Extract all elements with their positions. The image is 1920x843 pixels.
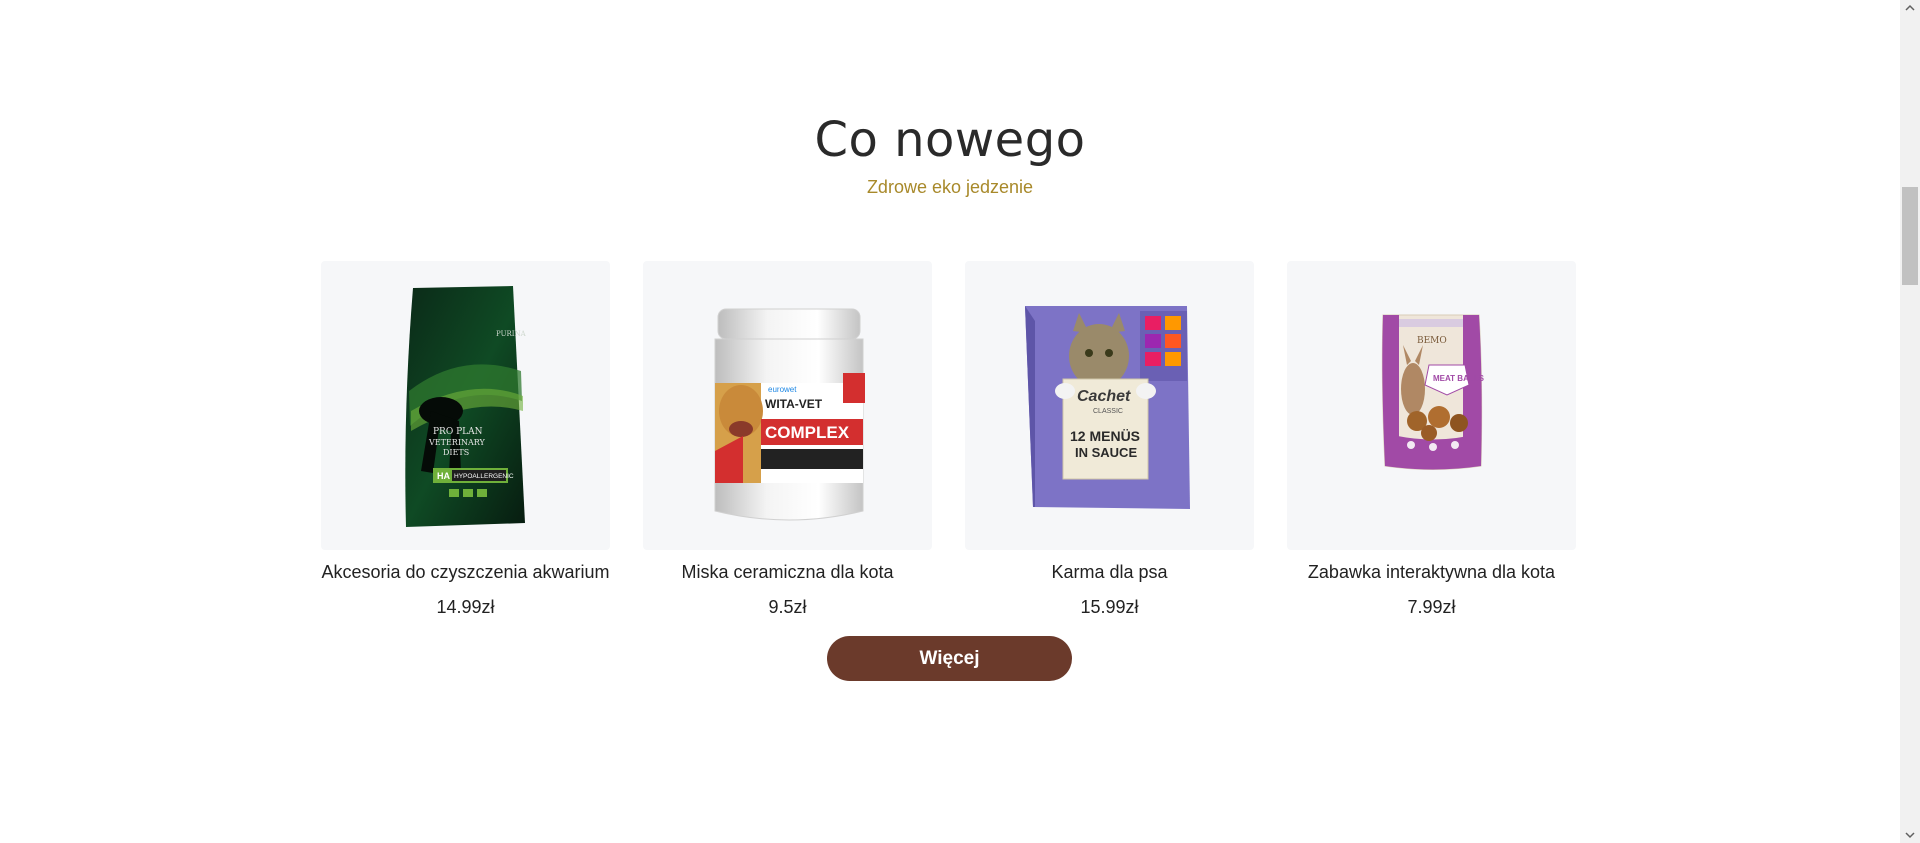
- svg-text:PURINA: PURINA: [496, 330, 527, 338]
- svg-text:WITA-VET: WITA-VET: [765, 397, 823, 411]
- svg-text:HYPOALLERGENIC: HYPOALLERGENIC: [454, 473, 514, 480]
- vertical-scrollbar[interactable]: [1900, 0, 1920, 843]
- product-card[interactable]: BEMO MEAT BALLS Zabawka interaktywna dla…: [1287, 261, 1576, 618]
- cat-food-box-icon: Cachet CLASSIC 12 MENÜS IN SAUCE: [1025, 306, 1190, 509]
- product-price: 15.99zł: [1080, 597, 1139, 617]
- page: Co nowego Zdrowe eko jedzenie PURINA PRO…: [0, 0, 1900, 843]
- svg-text:IN SAUCE: IN SAUCE: [1075, 445, 1137, 460]
- svg-text:eurowet: eurowet: [768, 385, 797, 394]
- svg-text:12 MENÜS: 12 MENÜS: [1070, 428, 1140, 444]
- product-image[interactable]: eurowet WITA-VET COMPLEX: [643, 261, 932, 550]
- scroll-down-arrow-icon[interactable]: [1900, 827, 1920, 843]
- supplement-jar-icon: eurowet WITA-VET COMPLEX: [714, 308, 865, 521]
- svg-text:Cachet: Cachet: [1077, 388, 1131, 405]
- treat-pouch-icon: BEMO MEAT BALLS: [1381, 314, 1485, 470]
- product-name[interactable]: Zabawka interaktywna dla kota: [1287, 562, 1576, 583]
- section-subtitle: Zdrowe eko jedzenie: [866, 177, 1034, 197]
- product-image[interactable]: BEMO MEAT BALLS: [1287, 261, 1576, 550]
- scrollbar-thumb[interactable]: [1902, 187, 1918, 285]
- product-price: 7.99zł: [1407, 597, 1456, 617]
- svg-text:BEMO: BEMO: [1417, 336, 1447, 346]
- svg-text:DIETS: DIETS: [443, 448, 469, 457]
- product-name[interactable]: Miska ceramiczna dla kota: [643, 562, 932, 583]
- svg-text:PRO PLAN: PRO PLAN: [433, 427, 483, 437]
- svg-text:HA: HA: [437, 471, 450, 481]
- product-image[interactable]: Cachet CLASSIC 12 MENÜS IN SAUCE: [965, 261, 1254, 550]
- product-name[interactable]: Akcesoria do czyszczenia akwarium: [321, 562, 610, 583]
- svg-text:CLASSIC: CLASSIC: [1093, 408, 1123, 415]
- dog-food-bag-icon: PURINA PRO PLAN VETERINARY DIETS HA HYPO…: [405, 286, 527, 527]
- svg-text:VETERINARY: VETERINARY: [428, 438, 486, 447]
- more-button[interactable]: Więcej: [827, 636, 1072, 681]
- product-card[interactable]: PURINA PRO PLAN VETERINARY DIETS HA HYPO…: [321, 261, 610, 618]
- product-price: 14.99zł: [436, 597, 495, 617]
- product-price: 9.5zł: [768, 597, 807, 617]
- product-card[interactable]: eurowet WITA-VET COMPLEX Miska ceramiczn…: [643, 261, 932, 618]
- product-image[interactable]: PURINA PRO PLAN VETERINARY DIETS HA HYPO…: [321, 261, 610, 550]
- section-title: Co nowego: [814, 112, 1086, 168]
- product-name[interactable]: Karma dla psa: [965, 562, 1254, 583]
- product-grid: PURINA PRO PLAN VETERINARY DIETS HA HYPO…: [321, 261, 1579, 621]
- svg-text:MEAT BALLS: MEAT BALLS: [1433, 374, 1485, 383]
- product-card[interactable]: Cachet CLASSIC 12 MENÜS IN SAUCE Karma d…: [965, 261, 1254, 618]
- scroll-up-arrow-icon[interactable]: [1900, 0, 1920, 16]
- svg-text:COMPLEX: COMPLEX: [765, 423, 850, 442]
